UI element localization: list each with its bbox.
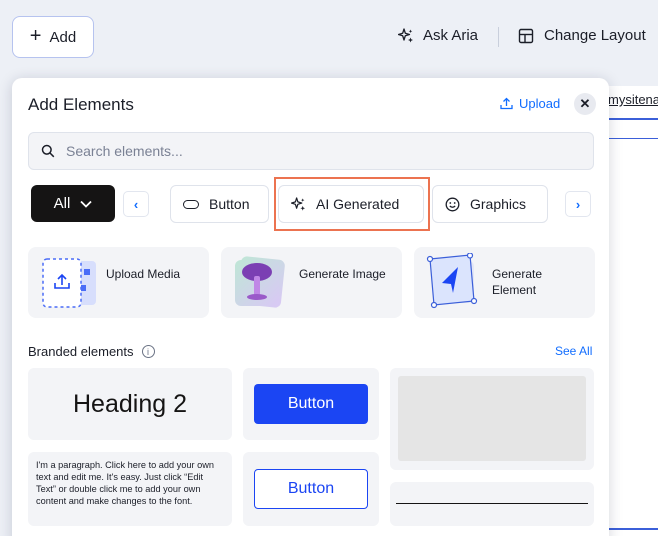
info-icon[interactable]: i — [141, 345, 155, 358]
box-sample — [398, 376, 586, 461]
ask-aria-label: Ask Aria — [423, 27, 479, 44]
add-button[interactable]: + Add — [12, 16, 94, 58]
site-link[interactable]: mysitena — [608, 92, 658, 107]
paragraph-element-tile[interactable]: I'm a paragraph. Click here to add your … — [28, 452, 232, 526]
generate-image-icon — [235, 256, 285, 308]
see-all-link[interactable]: See All — [555, 344, 592, 358]
button-sample-filled: Button — [254, 384, 368, 424]
button-sample-outline: Button — [254, 469, 368, 509]
change-layout-button[interactable]: Change Layout — [518, 27, 646, 44]
sparkle-icon — [291, 196, 306, 211]
feature-label: Generate Image — [299, 267, 386, 281]
filter-chip-graphics[interactable]: Graphics — [432, 185, 548, 223]
box-element-tile[interactable] — [390, 368, 594, 470]
category-dropdown[interactable]: All — [31, 185, 115, 222]
upload-label: Upload — [519, 96, 561, 111]
add-button-label: Add — [49, 28, 77, 46]
upload-icon — [500, 97, 513, 110]
feature-label: Generate Element — [492, 267, 543, 297]
chevron-down-icon — [80, 200, 92, 208]
search-input[interactable] — [66, 143, 546, 159]
upload-media-card[interactable]: Upload Media — [28, 247, 209, 318]
top-bar: + Add Ask Aria Change Layout — [0, 0, 658, 78]
generate-element-card[interactable]: Generate Element — [414, 247, 595, 318]
filter-chip-label: Graphics — [470, 196, 527, 212]
filter-chip-ai-generated[interactable]: AI Generated — [278, 185, 424, 223]
generate-element-icon — [426, 253, 478, 309]
line-element-tile[interactable] — [390, 482, 594, 526]
search-bar[interactable] — [28, 132, 594, 170]
chevron-left-icon[interactable]: ‹ — [123, 191, 149, 217]
button-shape-icon — [183, 199, 199, 209]
filter-chip-label: Button — [209, 196, 250, 212]
button-filled-tile[interactable]: Button — [243, 368, 379, 440]
smiley-icon — [445, 197, 460, 211]
sparkle-icon — [398, 27, 413, 42]
heading-sample: Heading 2 — [73, 389, 187, 418]
generate-image-card[interactable]: Generate Image — [221, 247, 402, 318]
line-sample — [396, 503, 588, 504]
button-outline-tile[interactable]: Button — [243, 452, 379, 526]
filter-chip-button[interactable]: Button — [170, 185, 269, 223]
ask-aria-button[interactable]: Ask Aria — [398, 27, 478, 44]
heading-element-tile[interactable]: Heading 2 — [28, 368, 232, 440]
filter-chip-label: AI Generated — [316, 196, 400, 212]
divider — [498, 27, 499, 47]
upload-media-icon — [42, 258, 96, 308]
branded-elements-heading: Branded elements i — [28, 344, 155, 359]
plus-icon: + — [29, 25, 42, 47]
search-icon — [41, 144, 55, 158]
layout-grid-icon — [518, 28, 534, 43]
feature-label: Upload Media — [106, 267, 181, 281]
branded-elements-title: Branded elements — [28, 344, 134, 359]
change-layout-label: Change Layout — [544, 27, 646, 44]
add-elements-panel: Add Elements Upload ✕ All ‹ Button AI — [12, 78, 609, 536]
paragraph-sample: I'm a paragraph. Click here to add your … — [36, 460, 214, 506]
chevron-right-icon[interactable]: › — [565, 191, 591, 217]
upload-button[interactable]: Upload — [500, 96, 560, 111]
close-icon[interactable]: ✕ — [574, 93, 596, 115]
panel-title: Add Elements — [28, 95, 134, 114]
category-dropdown-label: All — [53, 195, 71, 212]
